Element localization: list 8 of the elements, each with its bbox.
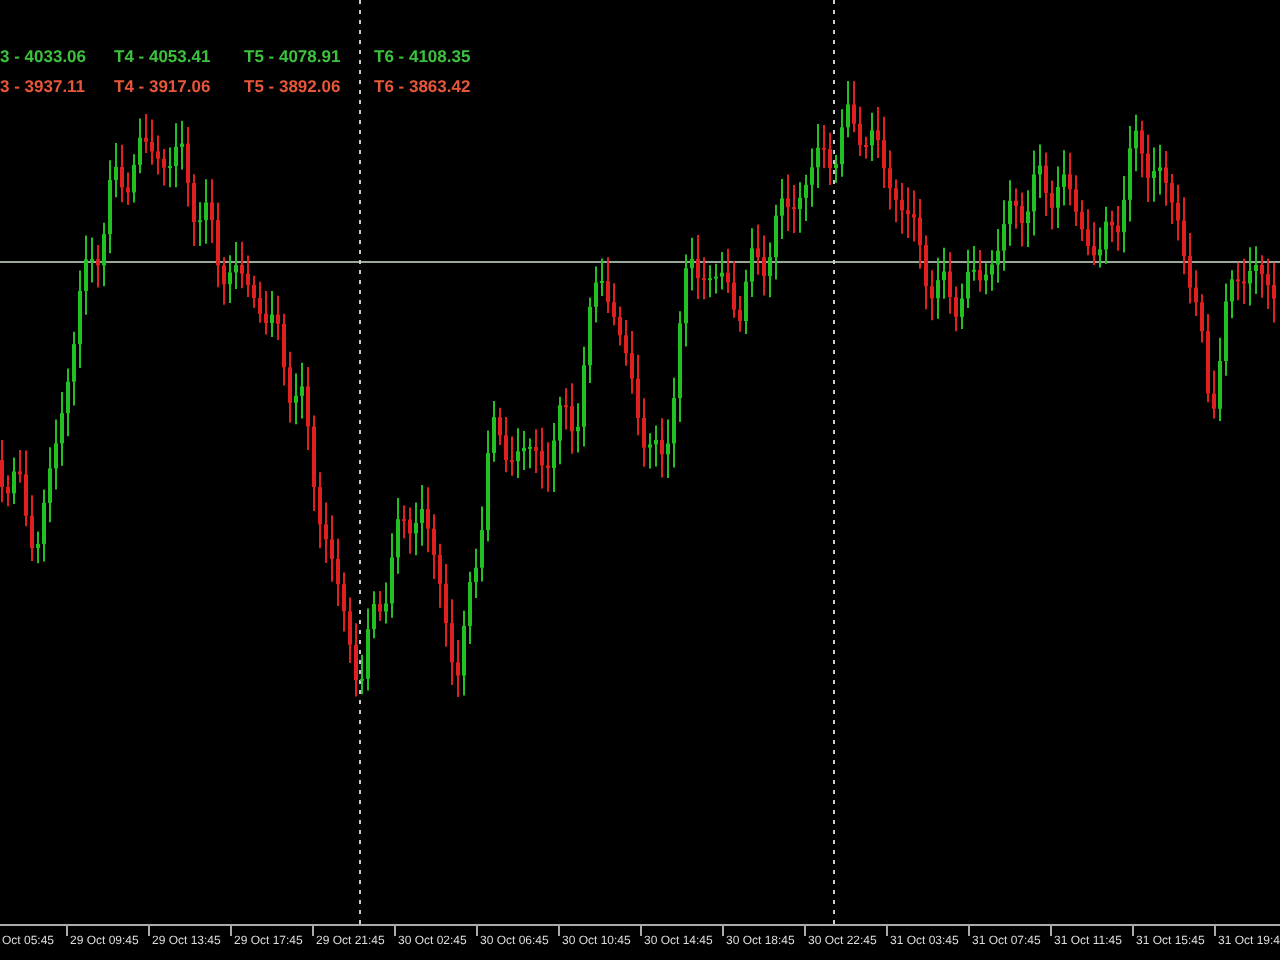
target-level-label: T6 - 4108.35 [374, 44, 473, 70]
target-level-label: T4 - 3917.06 [114, 74, 213, 100]
target-level-label: 3 - 4033.06 [0, 44, 89, 70]
target-level-label: T5 - 3892.06 [244, 74, 343, 100]
target-level-label: T5 - 4078.91 [244, 44, 343, 70]
target-level-label: T4 - 4053.41 [114, 44, 213, 70]
target-level-label: 3 - 3937.11 [0, 74, 88, 100]
target-level-label: T6 - 3863.42 [374, 74, 473, 100]
